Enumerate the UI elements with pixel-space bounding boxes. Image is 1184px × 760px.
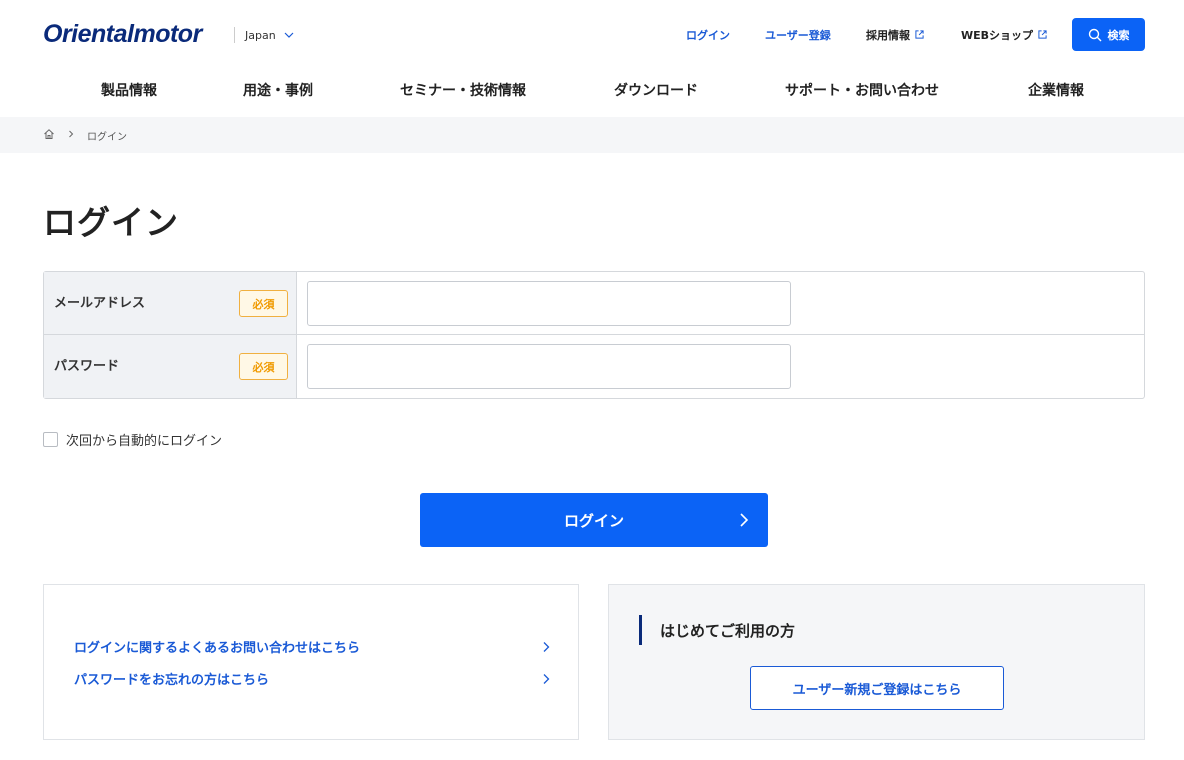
header-register-link[interactable]: ユーザー登録 <box>765 27 831 43</box>
region-selector[interactable]: Japan <box>234 27 294 43</box>
email-row: メールアドレス 必須 <box>44 272 1144 335</box>
logo[interactable]: Orientalmotor <box>43 20 202 49</box>
nav-support[interactable]: サポート・お問い合わせ <box>785 80 939 100</box>
external-link-icon <box>915 29 924 42</box>
help-panel: ログインに関するよくあるお問い合わせはこちら パスワードをお忘れの方はこちら <box>43 584 579 740</box>
remember-login[interactable]: 次回から自動的にログイン <box>43 430 222 449</box>
nav-download[interactable]: ダウンロード <box>614 80 698 100</box>
login-form: メールアドレス 必須 パスワード 必須 <box>43 271 1145 399</box>
header-login-label: ログイン <box>686 29 730 42</box>
first-time-heading: はじめてご利用の方 <box>639 615 795 645</box>
webshop-link[interactable]: WEBショップ <box>961 27 1047 43</box>
header-login-link[interactable]: ログイン <box>686 27 730 43</box>
breadcrumb: ログイン <box>0 117 1184 153</box>
search-button[interactable]: 検索 <box>1072 18 1145 51</box>
global-nav: 製品情報 用途・事例 セミナー・技術情報 ダウンロード サポート・お問い合わせ … <box>0 68 1184 112</box>
password-label: パスワード <box>54 359 120 374</box>
webshop-label: WEBショップ <box>961 29 1034 42</box>
header-register-label: ユーザー登録 <box>765 29 831 42</box>
chevron-right-icon <box>543 673 550 684</box>
site-header: Orientalmotor Japan ログイン ユーザー登録 採用情報 WEB… <box>0 0 1184 68</box>
nav-company[interactable]: 企業情報 <box>1028 80 1084 100</box>
nav-seminars[interactable]: セミナー・技術情報 <box>400 80 526 100</box>
email-field[interactable] <box>307 281 791 326</box>
login-button[interactable]: ログイン <box>420 493 768 547</box>
password-field[interactable] <box>307 344 791 389</box>
search-icon <box>1088 28 1101 41</box>
forgot-password-label: パスワードをお忘れの方はこちら <box>74 673 270 688</box>
email-label: メールアドレス <box>54 296 146 311</box>
chevron-right-icon <box>67 130 75 141</box>
login-button-label: ログイン <box>563 511 624 530</box>
email-label-cell: メールアドレス 必須 <box>44 272 297 334</box>
careers-link[interactable]: 採用情報 <box>866 27 924 43</box>
home-icon[interactable] <box>43 128 55 143</box>
faq-link[interactable]: ログインに関するよくあるお問い合わせはこちら <box>74 637 550 656</box>
search-label: 検索 <box>1107 28 1130 42</box>
password-label-cell: パスワード 必須 <box>44 335 297 398</box>
nav-applications[interactable]: 用途・事例 <box>243 80 313 100</box>
chevron-down-icon <box>284 32 294 38</box>
breadcrumb-current: ログイン <box>87 131 127 143</box>
faq-link-label: ログインに関するよくあるお問い合わせはこちら <box>74 641 361 656</box>
remember-checkbox[interactable] <box>43 432 58 447</box>
chevron-right-icon <box>738 512 750 532</box>
forgot-password-link[interactable]: パスワードをお忘れの方はこちら <box>74 669 550 688</box>
required-badge: 必須 <box>239 290 288 317</box>
region-label: Japan <box>245 28 276 42</box>
first-time-panel: はじめてご利用の方 ユーザー新規ご登録はこちら <box>608 584 1145 740</box>
external-link-icon <box>1038 29 1047 42</box>
remember-label: 次回から自動的にログイン <box>66 434 223 449</box>
page-title: ログイン <box>43 203 179 242</box>
register-button[interactable]: ユーザー新規ご登録はこちら <box>750 666 1004 710</box>
careers-label: 採用情報 <box>866 29 910 42</box>
password-row: パスワード 必須 <box>44 335 1144 398</box>
chevron-right-icon <box>543 641 550 652</box>
required-badge: 必須 <box>239 353 288 380</box>
nav-products[interactable]: 製品情報 <box>101 80 157 100</box>
